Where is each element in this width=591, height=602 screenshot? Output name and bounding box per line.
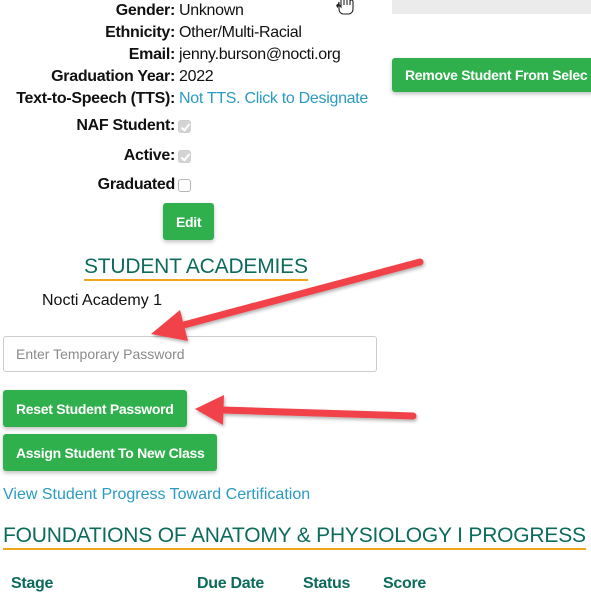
- view-student-progress-link[interactable]: View Student Progress Toward Certificati…: [3, 486, 310, 504]
- graduation-year-label: Graduation Year:: [51, 68, 175, 85]
- reset-student-password-button[interactable]: Reset Student Password: [3, 390, 187, 427]
- graduation-year-value: 2022: [179, 68, 214, 85]
- column-header-status[interactable]: Status: [303, 575, 350, 593]
- temporary-password-input[interactable]: [3, 336, 377, 372]
- email-value: jenny.burson@nocti.org: [179, 46, 341, 63]
- edit-button[interactable]: Edit: [163, 203, 215, 240]
- column-header-stage[interactable]: Stage: [11, 575, 53, 593]
- remove-student-button[interactable]: Remove Student From Selec: [392, 58, 591, 92]
- assign-student-to-new-class-button[interactable]: Assign Student To New Class: [3, 434, 218, 471]
- ethnicity-value: Other/Multi-Racial: [179, 24, 302, 41]
- active-checkbox[interactable]: [178, 150, 191, 163]
- email-label: Email:: [128, 46, 176, 63]
- gender-value: Unknown: [179, 2, 244, 19]
- column-header-due-date[interactable]: Due Date: [197, 575, 264, 593]
- active-label: Active:: [123, 147, 176, 164]
- hand-cursor-icon: [336, 0, 354, 15]
- gender-label: Gender:: [115, 2, 176, 19]
- tts-designate-link[interactable]: Not TTS. Click to Designate: [179, 88, 368, 110]
- naf-student-checkbox[interactable]: [178, 120, 191, 133]
- ethnicity-label: Ethnicity:: [105, 24, 175, 41]
- student-academies-heading: STUDENT ACADEMIES: [84, 255, 308, 281]
- academy-item: Nocti Academy 1: [42, 292, 163, 309]
- graduated-label: Graduated: [97, 176, 176, 193]
- tts-label: Text-to-Speech (TTS):: [16, 90, 175, 107]
- naf-student-label: NAF Student:: [76, 117, 175, 134]
- annotation-arrow-to-reset-password-button: [195, 395, 417, 425]
- column-header-score[interactable]: Score: [383, 575, 426, 593]
- top-panel-strip: [392, 0, 591, 14]
- progress-section-heading: FOUNDATIONS OF ANATOMY & PHYSIOLOGY I PR…: [3, 524, 586, 550]
- graduated-checkbox[interactable]: [178, 179, 191, 192]
